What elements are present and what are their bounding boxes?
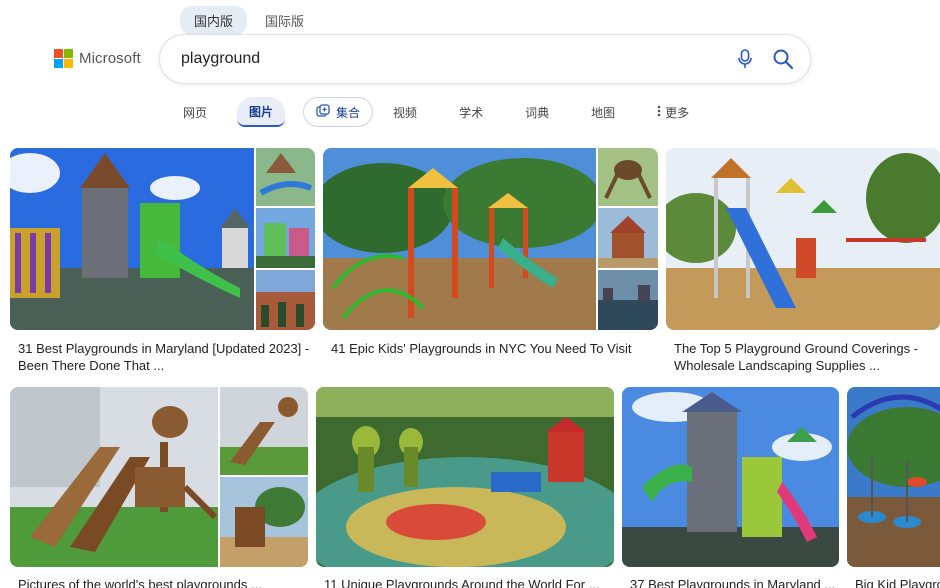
result-thumbnail[interactable] <box>847 387 940 567</box>
tab-videos[interactable]: 视频 <box>381 97 429 127</box>
market-tab-intl[interactable]: 国际版 <box>251 6 318 35</box>
result-thumbnail[interactable] <box>598 270 658 330</box>
image-result[interactable]: The Top 5 Playground Ground Coverings - … <box>666 148 940 376</box>
image-result[interactable]: Pictures of the world's best playgrounds… <box>10 387 308 588</box>
result-thumbnail[interactable] <box>316 387 614 567</box>
image-result[interactable]: 11 Unique Playgrounds Around the World F… <box>316 387 614 588</box>
search-icon[interactable] <box>772 48 794 75</box>
tab-collections[interactable]: 集合 <box>303 97 374 127</box>
microphone-icon[interactable] <box>737 49 753 74</box>
search-input[interactable] <box>181 50 701 68</box>
result-caption[interactable]: Pictures of the world's best playgrounds… <box>18 576 308 588</box>
result-caption[interactable]: Big Kid Playgro... <box>855 576 940 588</box>
result-caption[interactable]: 41 Epic Kids' Playgrounds in NYC You Nee… <box>331 340 656 357</box>
result-caption[interactable]: 37 Best Playgrounds in Maryland ... <box>630 576 839 588</box>
result-thumbnail[interactable] <box>622 387 839 567</box>
result-thumbnail[interactable] <box>323 148 596 330</box>
tab-more[interactable]: 更多 <box>645 97 701 127</box>
result-caption[interactable]: 11 Unique Playgrounds Around the World F… <box>324 576 614 588</box>
result-thumbnail[interactable] <box>256 270 315 330</box>
result-thumbnail[interactable] <box>256 148 315 206</box>
tab-images[interactable]: 图片 <box>237 97 286 127</box>
result-thumbnail[interactable] <box>10 148 254 330</box>
result-thumbnail[interactable] <box>598 208 658 268</box>
result-thumbnail[interactable] <box>256 208 315 268</box>
tab-academic[interactable]: 学术 <box>447 97 495 127</box>
image-result[interactable]: 31 Best Playgrounds in Maryland [Updated… <box>10 148 315 376</box>
tab-dictionary[interactable]: 词典 <box>513 97 561 127</box>
image-result[interactable]: 37 Best Playgrounds in Maryland ... <box>622 387 839 588</box>
collection-icon <box>316 103 330 121</box>
scope-tabs: 网页 图片 集合 视频 学术 词典 地图 更多 <box>171 97 719 127</box>
result-thumbnail[interactable] <box>220 477 308 567</box>
market-tab-cn[interactable]: 国内版 <box>180 6 248 35</box>
result-thumbnail[interactable] <box>666 148 940 330</box>
microsoft-logo-icon <box>54 49 73 68</box>
result-caption[interactable]: The Top 5 Playground Ground Coverings - … <box>674 340 938 374</box>
logo-text: Microsoft <box>79 50 141 67</box>
result-caption[interactable]: 31 Best Playgrounds in Maryland [Updated… <box>18 340 314 374</box>
more-dots-icon <box>657 105 661 120</box>
result-thumbnail[interactable] <box>220 387 308 475</box>
tab-web[interactable]: 网页 <box>171 97 219 127</box>
tab-maps[interactable]: 地图 <box>579 97 627 127</box>
microsoft-logo[interactable]: Microsoft <box>54 49 141 68</box>
result-thumbnail[interactable] <box>10 387 218 567</box>
search-box <box>160 35 810 83</box>
result-thumbnail[interactable] <box>598 148 658 206</box>
image-result[interactable]: 41 Epic Kids' Playgrounds in NYC You Nee… <box>323 148 658 376</box>
market-switch: 国内版 国际版 <box>180 6 318 35</box>
image-result[interactable]: Big Kid Playgro... <box>847 387 940 588</box>
